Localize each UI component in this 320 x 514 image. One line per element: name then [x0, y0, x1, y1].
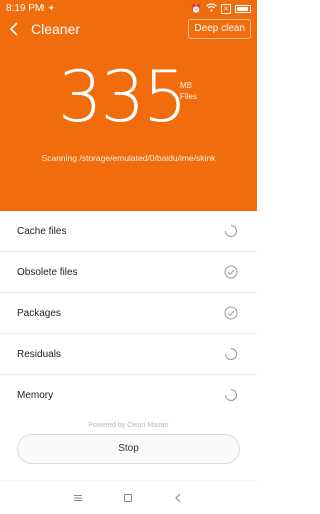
home-icon[interactable]	[122, 491, 134, 503]
alarm-icon: ⏰	[190, 3, 202, 14]
loading-spinner-icon	[224, 388, 238, 402]
list-item-memory[interactable]: Memory	[0, 375, 257, 416]
status-time: 8:19 PM	[6, 3, 44, 14]
check-circle-icon	[224, 265, 238, 279]
title-bar: Cleaner Deep clean	[0, 16, 257, 44]
loading-spinner-icon	[224, 224, 238, 238]
list-item-label: Packages	[17, 308, 61, 319]
check-circle-icon	[224, 306, 238, 320]
list-item-label: Residuals	[17, 349, 61, 360]
scan-size-value: 335	[58, 56, 188, 138]
navigation-bar	[0, 480, 257, 514]
list-item-packages[interactable]: Packages	[0, 293, 257, 334]
list-item-label: Obsolete files	[17, 267, 78, 278]
unit-files: Files	[180, 92, 197, 101]
header-panel: 8:19 PM ! ✦ ⏰ × Cleaner Deep clean 335 M…	[0, 0, 257, 211]
notification-icon: ✦	[47, 3, 56, 13]
list-item-residuals[interactable]: Residuals	[0, 334, 257, 375]
unit-mb: MB	[180, 81, 192, 90]
powered-by-text: Powered by Clean Master	[88, 422, 169, 429]
menu-icon[interactable]	[72, 491, 84, 503]
page-title: Cleaner	[31, 21, 81, 37]
list-item-label: Memory	[17, 390, 54, 401]
stop-button[interactable]: Stop	[17, 434, 240, 464]
list-item-label: Cache files	[17, 226, 67, 237]
status-bar: 8:19 PM ! ✦ ⏰ ×	[0, 0, 257, 16]
battery-icon	[235, 4, 251, 13]
list-item-cache-files[interactable]: Cache files	[0, 211, 257, 252]
loading-spinner-icon	[224, 347, 238, 361]
scanning-path: Scanning /storage/emulated/0/baidu/ime/s…	[41, 153, 216, 163]
deep-clean-button[interactable]: Deep clean	[188, 19, 251, 39]
chevron-left-icon	[9, 22, 18, 36]
back-button[interactable]	[8, 20, 22, 38]
list-item-obsolete-files[interactable]: Obsolete files	[0, 252, 257, 293]
wifi-icon	[206, 3, 217, 14]
scan-size-unit: MB Files	[180, 80, 197, 102]
clean-items-list: Cache files Obsolete files Packages Resi…	[0, 211, 257, 416]
x-icon: ×	[221, 3, 231, 14]
back-nav-icon[interactable]	[172, 491, 184, 503]
alert-icon: !	[42, 3, 45, 13]
